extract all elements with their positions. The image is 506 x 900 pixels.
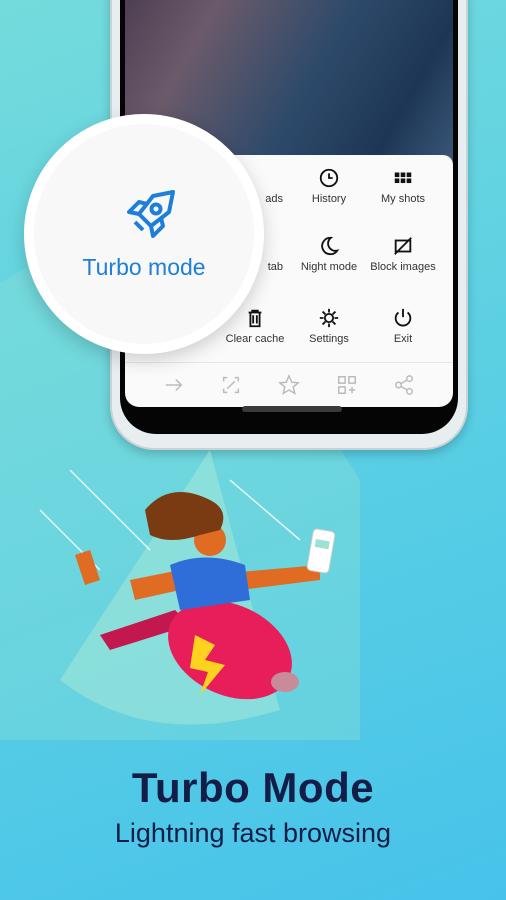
menu-item-settings[interactable]: Settings bbox=[289, 295, 369, 363]
turbo-mode-callout: Turbo mode bbox=[24, 114, 264, 354]
grid-icon bbox=[394, 172, 412, 184]
arrow-right-icon[interactable] bbox=[163, 374, 185, 396]
callout-label: Turbo mode bbox=[82, 254, 206, 280]
menu-item-history[interactable]: History bbox=[289, 155, 369, 223]
share-icon[interactable] bbox=[393, 374, 415, 396]
screenshot-icon[interactable] bbox=[220, 374, 242, 396]
menu-item-block-images[interactable]: Block images bbox=[363, 223, 443, 291]
menu-item-night-mode[interactable]: Night mode bbox=[289, 223, 369, 291]
menu-item-exit[interactable]: Exit bbox=[363, 295, 443, 363]
bottom-toolbar bbox=[125, 362, 453, 407]
rocket-icon bbox=[127, 190, 175, 238]
clock-icon bbox=[319, 168, 339, 188]
menu-item-my-shots[interactable]: My shots bbox=[363, 155, 443, 223]
gear-icon bbox=[319, 308, 339, 328]
trash-icon bbox=[248, 309, 262, 328]
add-tile-icon[interactable] bbox=[336, 374, 358, 396]
home-indicator bbox=[242, 406, 342, 412]
headline-subtitle: Lightning fast browsing bbox=[114, 818, 392, 848]
headline-title: Turbo Mode bbox=[131, 764, 375, 811]
star-icon[interactable] bbox=[278, 374, 300, 396]
illustration-person-on-rocket bbox=[39, 450, 336, 725]
power-icon bbox=[394, 308, 412, 327]
image-off-icon bbox=[394, 237, 412, 255]
moon-icon bbox=[321, 236, 340, 256]
